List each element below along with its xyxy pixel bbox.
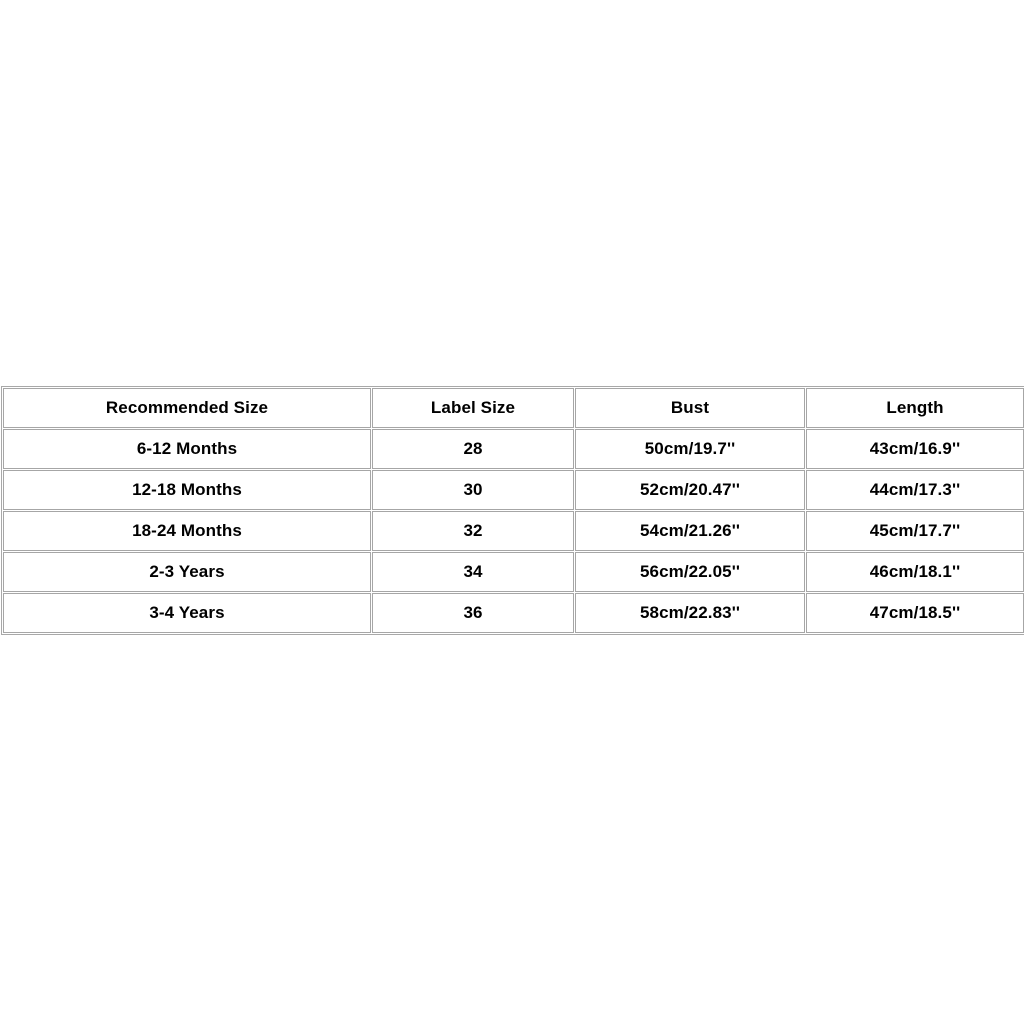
table-row: 6-12 Months 28 50cm/19.7'' 43cm/16.9'' [3,429,1024,469]
cell-length: 43cm/16.9'' [806,429,1024,469]
cell-length: 46cm/18.1'' [806,552,1024,592]
size-chart-table: Recommended Size Label Size Bust Length … [1,386,1024,635]
cell-label-size: 28 [372,429,574,469]
column-header-recommended-size: Recommended Size [3,388,371,428]
cell-length: 45cm/17.7'' [806,511,1024,551]
cell-recommended-size: 18-24 Months [3,511,371,551]
table-header-row: Recommended Size Label Size Bust Length [3,388,1024,428]
column-header-length: Length [806,388,1024,428]
cell-label-size: 32 [372,511,574,551]
cell-bust: 54cm/21.26'' [575,511,805,551]
table-row: 3-4 Years 36 58cm/22.83'' 47cm/18.5'' [3,593,1024,633]
cell-bust: 52cm/20.47'' [575,470,805,510]
cell-recommended-size: 3-4 Years [3,593,371,633]
table-body: 6-12 Months 28 50cm/19.7'' 43cm/16.9'' 1… [3,429,1024,633]
cell-label-size: 34 [372,552,574,592]
cell-recommended-size: 6-12 Months [3,429,371,469]
table-header: Recommended Size Label Size Bust Length [3,388,1024,428]
page-root: Recommended Size Label Size Bust Length … [0,0,1024,1024]
cell-bust: 56cm/22.05'' [575,552,805,592]
cell-recommended-size: 12-18 Months [3,470,371,510]
table-row: 2-3 Years 34 56cm/22.05'' 46cm/18.1'' [3,552,1024,592]
table-row: 12-18 Months 30 52cm/20.47'' 44cm/17.3'' [3,470,1024,510]
size-chart-container: Recommended Size Label Size Bust Length … [0,386,1024,635]
cell-label-size: 30 [372,470,574,510]
cell-label-size: 36 [372,593,574,633]
cell-length: 44cm/17.3'' [806,470,1024,510]
cell-recommended-size: 2-3 Years [3,552,371,592]
cell-length: 47cm/18.5'' [806,593,1024,633]
cell-bust: 50cm/19.7'' [575,429,805,469]
column-header-bust: Bust [575,388,805,428]
table-row: 18-24 Months 32 54cm/21.26'' 45cm/17.7'' [3,511,1024,551]
column-header-label-size: Label Size [372,388,574,428]
cell-bust: 58cm/22.83'' [575,593,805,633]
